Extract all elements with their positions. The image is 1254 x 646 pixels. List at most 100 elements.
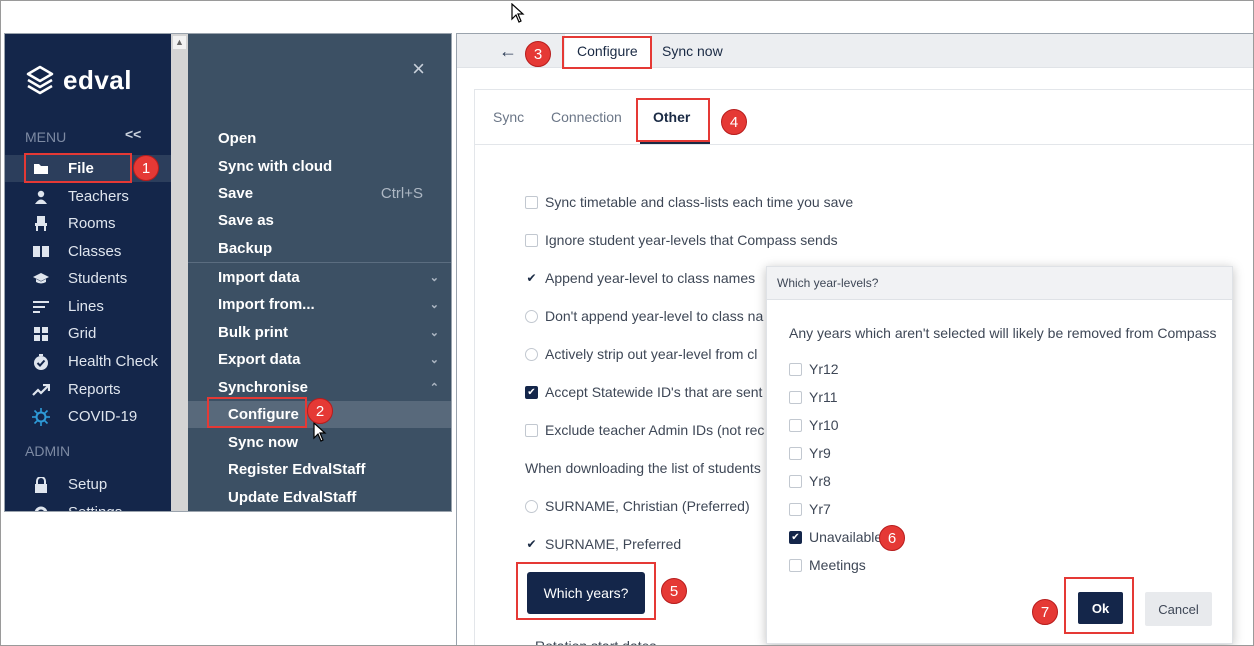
- checkbox[interactable]: [789, 474, 802, 488]
- option-label: Sync timetable and class-lists each time…: [545, 194, 854, 210]
- option-label: Yr11: [809, 389, 838, 405]
- chevron-down-icon: ⌄: [429, 299, 439, 311]
- screenshot-frame: edval MENU << File Teachers Rooms Classe…: [0, 0, 1254, 646]
- sidebar-item-label: Grid: [68, 325, 97, 342]
- close-icon[interactable]: ×: [412, 56, 425, 82]
- year-option-yr7[interactable]: Yr7: [789, 501, 831, 517]
- sidebar-item-covid-19[interactable]: COVID-19: [5, 403, 171, 430]
- sidebar-item-label: Rooms: [68, 215, 116, 232]
- year-option-yr11[interactable]: Yr11: [789, 389, 838, 405]
- sidebar-item-label: COVID-19: [68, 408, 138, 425]
- option-append-year-level[interactable]: ✔ Append year-level to class names: [525, 270, 755, 286]
- year-option-unavailable[interactable]: ✔ Unavailable: [789, 529, 882, 545]
- cancel-button[interactable]: Cancel: [1145, 592, 1212, 626]
- year-option-yr12[interactable]: Yr12: [789, 361, 839, 377]
- checkbox-checked[interactable]: ✔: [789, 530, 802, 544]
- sidebar-item-classes[interactable]: Classes: [5, 238, 171, 265]
- menu-heading: MENU: [25, 129, 67, 145]
- radio-checked-icon[interactable]: ✔: [525, 271, 538, 285]
- sidebar-item-label: Teachers: [68, 188, 129, 205]
- dialog-title: Which year-levels?: [767, 267, 1232, 300]
- sidebar-item-students[interactable]: Students: [5, 265, 171, 292]
- option-label: Actively strip out year-level from cl: [545, 346, 758, 362]
- option-sync-each-save[interactable]: Sync timetable and class-lists each time…: [525, 194, 853, 210]
- menu-item-update-edvalstaff[interactable]: Update EdvalStaff: [188, 484, 451, 511]
- back-arrow-icon[interactable]: ←: [499, 41, 517, 62]
- sidebar-item-rooms[interactable]: Rooms: [5, 210, 171, 237]
- menu-item-save-as[interactable]: Save as: [188, 207, 451, 234]
- radio[interactable]: [525, 309, 538, 323]
- menu-item-import-data[interactable]: Import data ⌄: [188, 264, 451, 291]
- option-ignore-year-levels[interactable]: Ignore student year-levels that Compass …: [525, 232, 838, 248]
- option-exclude-admin-ids[interactable]: Exclude teacher Admin IDs (not rec: [525, 422, 764, 438]
- option-label: Yr8: [809, 473, 831, 489]
- subtab-sync[interactable]: Sync: [493, 109, 524, 125]
- menu-item-sync-with-cloud[interactable]: Sync with cloud: [188, 153, 451, 180]
- sidebar-item-teachers[interactable]: Teachers: [5, 183, 171, 210]
- option-strip-year-level[interactable]: Actively strip out year-level from cl: [525, 346, 757, 362]
- menu-item-export-data[interactable]: Export data ⌄: [188, 346, 451, 373]
- grid-icon: [30, 326, 52, 341]
- checkbox[interactable]: [789, 362, 802, 376]
- checkbox[interactable]: [525, 233, 538, 247]
- option-accept-statewide-ids[interactable]: ✔ Accept Statewide ID's that are sent: [525, 384, 762, 400]
- menu-item-label: Update EdvalStaff: [228, 489, 357, 506]
- menu-item-label: Export data: [218, 351, 301, 368]
- menu-item-bulk-print[interactable]: Bulk print ⌄: [188, 319, 451, 346]
- checkbox[interactable]: [525, 195, 538, 209]
- sidebar-item-reports[interactable]: Reports: [5, 376, 171, 403]
- chevron-down-icon: ⌄: [429, 272, 439, 284]
- menu-item-label: Sync with cloud: [218, 158, 333, 175]
- sidebar-item-health-check[interactable]: Health Check: [5, 348, 171, 375]
- menu-item-label: Bulk print: [218, 324, 288, 341]
- step-badge-5: 5: [661, 578, 687, 604]
- sidebar-item-lines[interactable]: Lines: [5, 293, 171, 320]
- year-option-meetings[interactable]: Meetings: [789, 557, 866, 573]
- lock-icon: [30, 476, 52, 493]
- subtab-connection[interactable]: Connection: [551, 109, 622, 125]
- option-dont-append-year-level[interactable]: Don't append year-level to class na: [525, 308, 763, 324]
- sidebar-item-settings[interactable]: Settings: [5, 499, 171, 511]
- sidebar-item-label: Setup: [68, 476, 108, 493]
- checkbox[interactable]: [789, 502, 802, 516]
- sidebar-item-setup[interactable]: Setup: [5, 471, 171, 498]
- checkbox-checked[interactable]: ✔: [525, 385, 538, 399]
- menu-divider: [188, 262, 451, 263]
- scroll-up-icon[interactable]: ▲: [173, 36, 186, 49]
- option-label: Yr12: [809, 361, 839, 377]
- person-icon: [30, 190, 52, 204]
- radio-checked-icon[interactable]: ✔: [525, 537, 538, 551]
- menu-item-import-from[interactable]: Import from... ⌄: [188, 291, 451, 318]
- shortcut-label: Ctrl+S: [380, 185, 423, 202]
- option-label: SURNAME, Christian (Preferred): [545, 498, 750, 514]
- year-option-yr9[interactable]: Yr9: [789, 445, 831, 461]
- checkbox[interactable]: [789, 558, 802, 572]
- radio[interactable]: [525, 499, 538, 513]
- menu-item-label: Open: [218, 130, 257, 147]
- menu-item-save[interactable]: Save Ctrl+S: [188, 180, 451, 207]
- checkbox[interactable]: [789, 446, 802, 460]
- collapse-sidebar-button[interactable]: <<: [125, 126, 141, 142]
- menu-item-backup[interactable]: Backup: [188, 235, 451, 262]
- sidebar-item-grid[interactable]: Grid: [5, 320, 171, 347]
- sidebar-item-label: Lines: [68, 298, 104, 315]
- sidebar-item-label: Settings: [68, 504, 122, 511]
- tab-sync-now[interactable]: Sync now: [650, 34, 735, 68]
- radio[interactable]: [525, 347, 538, 361]
- highlight-which-years: [516, 562, 656, 620]
- checkbox[interactable]: [525, 423, 538, 437]
- menu-item-open[interactable]: Open: [188, 125, 451, 152]
- checkbox[interactable]: [789, 390, 802, 404]
- option-name-christian-preferred[interactable]: SURNAME, Christian (Preferred): [525, 498, 750, 514]
- highlight-configure-menu: [207, 397, 307, 428]
- year-option-yr8[interactable]: Yr8: [789, 473, 831, 489]
- book-icon: [30, 245, 52, 258]
- brand-name: edval: [63, 64, 132, 95]
- option-label: Unavailable: [809, 529, 883, 545]
- option-name-preferred[interactable]: ✔ SURNAME, Preferred: [525, 536, 681, 552]
- menu-item-label: Sync now: [228, 434, 299, 451]
- checkbox[interactable]: [789, 418, 802, 432]
- year-option-yr10[interactable]: Yr10: [789, 417, 839, 433]
- menu-item-register-edvalstaff[interactable]: Register EdvalStaff: [188, 456, 451, 483]
- sidebar-scrollbar[interactable]: ▲: [171, 34, 188, 511]
